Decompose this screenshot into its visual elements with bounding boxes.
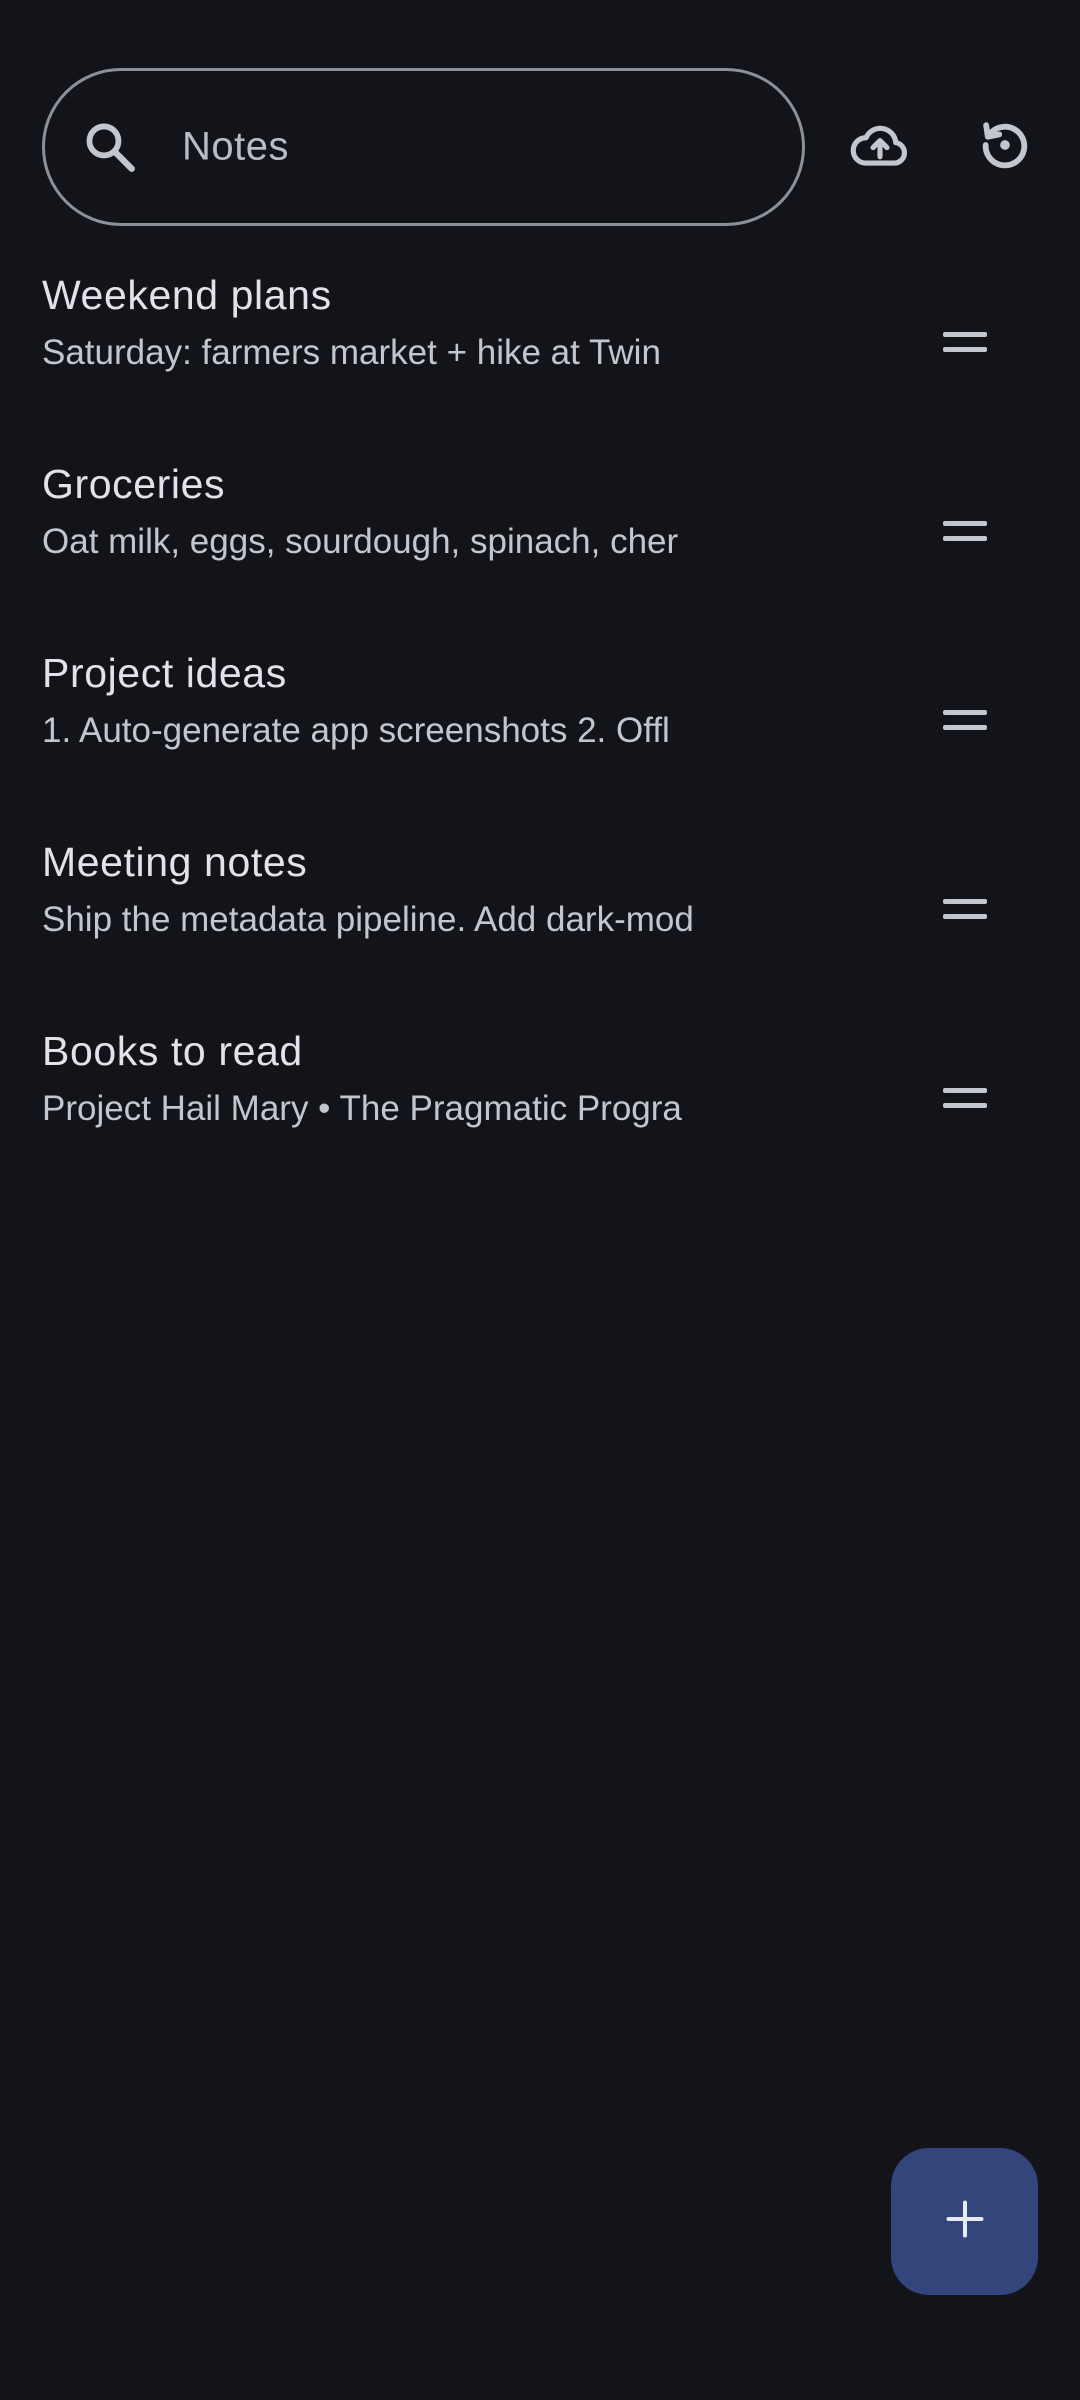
notes-screen: Notes Weekend plans Saturday: farmers ma… <box>0 0 1080 2400</box>
notes-list: Weekend plans Saturday: farmers market +… <box>0 258 1080 1203</box>
note-title: Weekend plans <box>42 272 332 318</box>
top-bar: Notes <box>42 68 1038 226</box>
note-preview: Saturday: farmers market + hike at Twin <box>42 333 661 372</box>
restore-icon <box>976 116 1034 179</box>
add-note-button[interactable] <box>891 2148 1038 2295</box>
note-title: Books to read <box>42 1028 303 1074</box>
note-preview: 1. Auto-generate app screenshots 2. Offl <box>42 711 670 750</box>
restore-button[interactable] <box>960 102 1050 192</box>
note-title: Groceries <box>42 461 226 507</box>
search-bar[interactable]: Notes <box>42 68 805 226</box>
cloud-upload-button[interactable] <box>835 102 925 192</box>
drag-handle-icon[interactable] <box>930 690 1000 750</box>
note-title: Meeting notes <box>42 839 308 885</box>
note-item-meeting-notes[interactable]: Meeting notes Ship the metadata pipeline… <box>0 825 1080 1014</box>
cloud-upload-icon <box>849 114 911 181</box>
drag-handle-icon[interactable] <box>930 1068 1000 1128</box>
search-icon <box>81 118 139 176</box>
add-icon <box>943 2197 987 2246</box>
note-item-weekend-plans[interactable]: Weekend plans Saturday: farmers market +… <box>0 258 1080 447</box>
note-preview: Project Hail Mary • The Pragmatic Progra <box>42 1089 682 1128</box>
search-placeholder: Notes <box>182 124 289 169</box>
note-preview: Oat milk, eggs, sourdough, spinach, cher <box>42 522 679 561</box>
drag-handle-icon[interactable] <box>930 312 1000 372</box>
note-item-project-ideas[interactable]: Project ideas 1. Auto-generate app scree… <box>0 636 1080 825</box>
drag-handle-icon[interactable] <box>930 879 1000 939</box>
note-title: Project ideas <box>42 650 287 696</box>
note-preview: Ship the metadata pipeline. Add dark-mod <box>42 900 694 939</box>
drag-handle-icon[interactable] <box>930 501 1000 561</box>
note-item-books-to-read[interactable]: Books to read Project Hail Mary • The Pr… <box>0 1014 1080 1203</box>
note-item-groceries[interactable]: Groceries Oat milk, eggs, sourdough, spi… <box>0 447 1080 636</box>
